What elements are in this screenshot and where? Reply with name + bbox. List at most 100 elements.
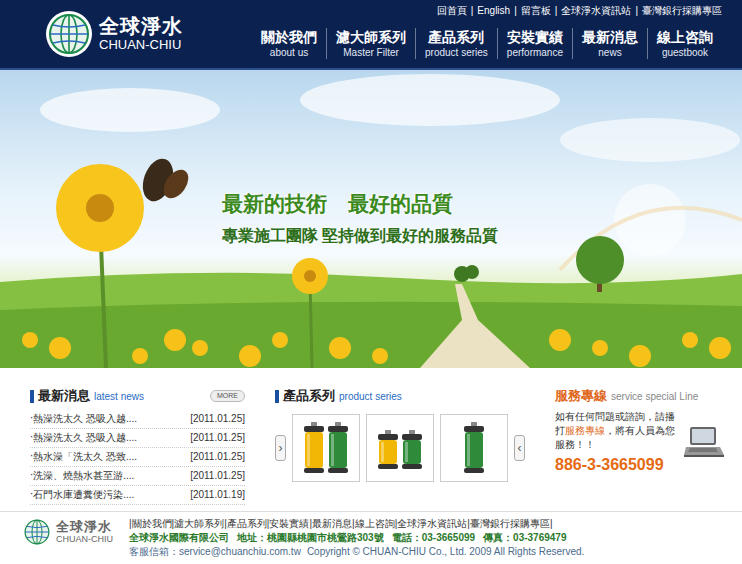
products-subtitle: product series (339, 391, 402, 402)
news-row[interactable]: ‧熱澡洗太久 恐吸入越.... [2011.01.25] (30, 410, 245, 429)
products-title: 產品系列 (283, 387, 335, 405)
product-thumb[interactable] (292, 414, 360, 482)
product-carousel: ›‹ (275, 414, 525, 482)
top-link[interactable]: 留言板 (521, 4, 551, 18)
news-date: [2011.01.25] (190, 429, 245, 447)
footer-copy: 客服信箱：service@chuanchiu.com.twCopyright ©… (129, 545, 584, 559)
footer-separator: | (267, 518, 270, 529)
news-date: [2011.01.25] (190, 410, 245, 428)
top-separator: | (635, 4, 638, 18)
footer-link[interactable]: 全球淨水資訊站 (397, 518, 467, 529)
service-head: 服務專線 service special Line (555, 388, 730, 404)
news-head: 最新消息latest newsMORE (30, 388, 245, 404)
footer-separator: | (129, 518, 132, 529)
banner: 最新的技術 最好的品質專業施工團隊 堅持做到最好的服務品質 (0, 70, 742, 368)
service-highlight: 服務專線 (565, 425, 605, 436)
news-row[interactable]: ‧熱水澡「洗太久 恐致....[2011.01.25] (30, 448, 245, 467)
page: 全球淨水CHUAN-CHIU回首頁|English|留言板|全球淨水資訊站|臺灣… (0, 0, 742, 564)
service-panel: 服務專線 service special Line 如有任何問題或諮詢，請播打服務專… (555, 388, 730, 511)
nav-sub: guestbook (657, 46, 713, 59)
header-right: 回首頁|English|留言板|全球淨水資訊站|臺灣銀行採購專區關於我們abou… (252, 0, 722, 68)
nav-label: 關於我們 (261, 28, 317, 46)
footer-email[interactable]: 客服信箱：service@chuanchiu.com.tw (129, 545, 301, 559)
footer-link[interactable]: 產品系列 (227, 518, 267, 529)
water-filter-icon (296, 418, 356, 478)
top-separator: | (555, 4, 558, 18)
news-date: [2011.01.25] (190, 448, 245, 466)
banner-text: 最新的技術 最好的品質專業施工團隊 堅持做到最好的服務品質 (0, 70, 742, 247)
globe-logo-icon (45, 10, 93, 58)
nav-item[interactable]: 關於我們about us (252, 28, 326, 59)
top-links: 回首頁|English|留言板|全球淨水資訊站|臺灣銀行採購專區 (437, 4, 722, 18)
company-fax: 傳真：03-3769479 (483, 531, 566, 545)
service-text: 如有任何問題或諮詢，請播打服務專線，將有人員為您服務！！ (555, 410, 680, 452)
nav-label: 線上咨詢 (657, 28, 713, 46)
company-address: 地址：桃園縣桃園市桃鶯路303號 (237, 531, 384, 545)
company-tel: 電話：03-3665099 (392, 531, 475, 545)
logo-name: 全球淨水 (99, 15, 183, 38)
footer-link[interactable]: 濾大師系列 (174, 518, 224, 529)
footer-separator: | (467, 518, 470, 529)
footer-link[interactable]: 安裝實績 (269, 518, 309, 529)
news-title-text: ‧熱澡洗太久 恐吸入越.... (30, 429, 137, 447)
logo[interactable]: 全球淨水CHUAN-CHIU (45, 0, 183, 68)
product-thumb[interactable] (366, 414, 434, 482)
nav-sub: news (582, 46, 638, 59)
prev-button[interactable]: › (275, 435, 286, 461)
footer-link[interactable]: 線上咨詢 (355, 518, 395, 529)
nav-sub: performance (507, 46, 563, 59)
water-filter-icon (370, 418, 430, 478)
top-link[interactable]: 臺灣銀行採購專區 (642, 4, 722, 18)
news-row[interactable]: ‧洗澡、燒熱水甚至游....[2011.01.25] (30, 467, 245, 486)
top-link[interactable]: 全球淨水資訊站 (561, 4, 631, 18)
nav-label: 濾大師系列 (336, 28, 406, 46)
footer-logo-english: CHUAN-CHIU (56, 535, 113, 545)
footer-company: 全球淨水國際有限公司地址：桃園縣桃園市桃鶯路303號電話：03-3665099傳… (129, 531, 584, 545)
nav-item[interactable]: 線上咨詢guestbook (647, 28, 722, 59)
footer-link[interactable]: 關於我們 (132, 518, 172, 529)
nav-item[interactable]: 安裝實績performance (497, 28, 572, 59)
products-panel: 產品系列product series›‹ (275, 388, 525, 511)
service-title: 服務專線 (555, 387, 607, 405)
footer-separator: | (550, 518, 553, 529)
news-title: 最新消息 (38, 387, 90, 405)
footer-info: |關於我們|濾大師系列|產品系列|安裝實績|最新消息|線上咨詢|全球淨水資訊站|… (129, 517, 584, 559)
footer-link[interactable]: 臺灣銀行採購專區 (470, 518, 550, 529)
next-button[interactable]: ‹ (514, 435, 525, 461)
service-subtitle: service special Line (611, 391, 698, 402)
news-row[interactable]: ‧石門水庫遭糞便污染....[2011.01.19] (30, 486, 245, 505)
nav-item[interactable]: 濾大師系列Master Filter (326, 28, 415, 59)
news-date: [2011.01.19] (190, 486, 245, 504)
footer-separator: | (309, 518, 312, 529)
logo-text: 全球淨水CHUAN-CHIU (99, 15, 183, 52)
logo-english: CHUAN-CHIU (99, 38, 183, 52)
globe-logo-icon (22, 517, 52, 547)
service-phone: 886-3-3665099 (555, 456, 680, 474)
main-nav: 關於我們about us濾大師系列Master Filter產品系列produc… (252, 28, 722, 59)
top-separator: | (471, 4, 474, 18)
service-body: 如有任何問題或諮詢，請播打服務專線，將有人員為您服務！！ 886-3-366509… (555, 410, 730, 474)
more-button[interactable]: MORE (210, 390, 245, 402)
nav-item[interactable]: 最新消息news (572, 28, 647, 59)
nav-item[interactable]: 產品系列product series (415, 28, 497, 59)
footer-separator: | (395, 518, 398, 529)
nav-sub: about us (261, 46, 317, 59)
top-link[interactable]: English (477, 4, 510, 18)
footer-logo-name: 全球淨水 (56, 520, 113, 535)
product-thumb[interactable] (440, 414, 508, 482)
products-head: 產品系列 product series (275, 388, 525, 404)
nav-sub: Master Filter (336, 46, 406, 59)
nav-label: 安裝實績 (507, 28, 563, 46)
laptop-icon (684, 425, 724, 459)
service-info: 如有任何問題或諮詢，請播打服務專線，將有人員為您服務！！ 886-3-366509… (555, 410, 680, 474)
footer-separator: | (352, 518, 355, 529)
top-link[interactable]: 回首頁 (437, 4, 467, 18)
footer-separator: | (224, 518, 227, 529)
footer-logo[interactable]: 全球淨水CHUAN-CHIU (22, 517, 113, 547)
nav-label: 最新消息 (582, 28, 638, 46)
news-title-text: ‧熱澡洗太久 恐吸入越.... (30, 410, 137, 428)
banner-image (0, 70, 742, 368)
footer-link[interactable]: 最新消息 (312, 518, 352, 529)
footer-links: |關於我們|濾大師系列|產品系列|安裝實績|最新消息|線上咨詢|全球淨水資訊站|… (129, 517, 584, 531)
news-row[interactable]: ‧熱澡洗太久 恐吸入越.... [2011.01.25] (30, 429, 245, 448)
